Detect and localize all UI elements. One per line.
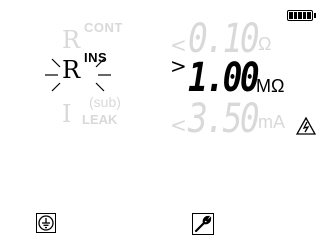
ins-compare-arrow: > <box>170 54 187 78</box>
wrench-icon <box>192 213 214 235</box>
mode-leak-symbol: I <box>62 100 72 128</box>
settings-button[interactable] <box>192 213 214 235</box>
ground-icon-button[interactable] <box>36 213 56 233</box>
ins-unit: MΩ <box>256 76 285 96</box>
meter-display: R CONT R INS I (sub) LEAK < 0.10 Ω > 1.0… <box>0 0 322 245</box>
mode-leak[interactable]: I (sub) LEAK <box>62 94 121 128</box>
mode-ins-symbol: R <box>62 56 81 84</box>
ground-icon <box>38 215 54 231</box>
high-voltage-warning-icon <box>296 116 316 135</box>
mode-cont-label: CONT <box>84 20 123 35</box>
cont-unit: Ω <box>258 34 272 54</box>
leak-compare-arrow: < <box>170 113 187 137</box>
ins-value: 1.00 <box>188 55 260 101</box>
mode-leak-label: (sub) <box>89 94 121 110</box>
mode-ins-label: INS <box>84 50 108 65</box>
battery-icon <box>287 10 316 21</box>
mode-ins[interactable]: R INS <box>62 50 107 84</box>
leak-value: 3.50 <box>188 96 260 142</box>
mode-leak-sub-label: LEAK <box>82 112 118 127</box>
leak-unit: mA <box>258 112 285 132</box>
